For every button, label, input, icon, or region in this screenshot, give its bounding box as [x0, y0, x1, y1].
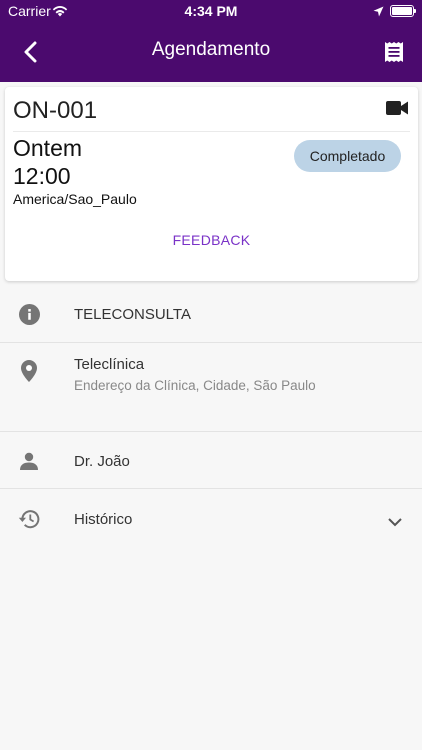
- feedback-button[interactable]: FEEDBACK: [5, 232, 418, 248]
- app-header: Carrier 4:34 PM Agendamento: [0, 0, 422, 82]
- location-row: Teleclínica Endereço da Clínica, Cidade,…: [0, 350, 422, 420]
- page-title: Agendamento: [151, 39, 271, 60]
- history-row[interactable]: Histórico: [0, 498, 422, 540]
- clinic-address: Endereço da Clínica, Cidade, São Paulo: [74, 378, 316, 393]
- appointment-card: ON-001 Ontem 12:00 America/Sao_Paulo Com…: [5, 87, 418, 281]
- appointment-code: ON-001: [13, 97, 98, 124]
- divider: [0, 342, 422, 343]
- status-time: 4:34 PM: [184, 3, 238, 19]
- doctor-name: Dr. João: [74, 453, 130, 470]
- location-pin-icon: [18, 360, 40, 382]
- person-icon: [18, 450, 40, 472]
- card-divider: [13, 131, 410, 132]
- history-icon: [18, 508, 40, 530]
- chevron-down-icon[interactable]: [388, 514, 402, 532]
- video-camera-icon[interactable]: [386, 101, 408, 120]
- appointment-type-label: TELECONSULTA: [74, 306, 191, 323]
- status-badge: Completado: [294, 140, 401, 172]
- info-icon: [18, 303, 40, 325]
- doctor-row: Dr. João: [0, 440, 422, 480]
- history-label: Histórico: [74, 511, 133, 528]
- appointment-time: 12:00: [13, 163, 71, 189]
- clinic-name: Teleclínica: [74, 356, 145, 373]
- location-arrow-icon: [373, 4, 384, 20]
- status-bar: Carrier 4:34 PM: [0, 0, 422, 22]
- nav-bar: Agendamento: [0, 22, 422, 82]
- divider: [0, 431, 422, 432]
- divider: [0, 488, 422, 489]
- appointment-day: Ontem: [13, 135, 83, 161]
- battery-icon: [390, 5, 416, 17]
- receipt-button[interactable]: [378, 36, 410, 68]
- appointment-type-row: TELECONSULTA: [0, 295, 422, 335]
- appointment-timezone: America/Sao_Paulo: [13, 191, 137, 207]
- receipt-icon: [385, 42, 403, 62]
